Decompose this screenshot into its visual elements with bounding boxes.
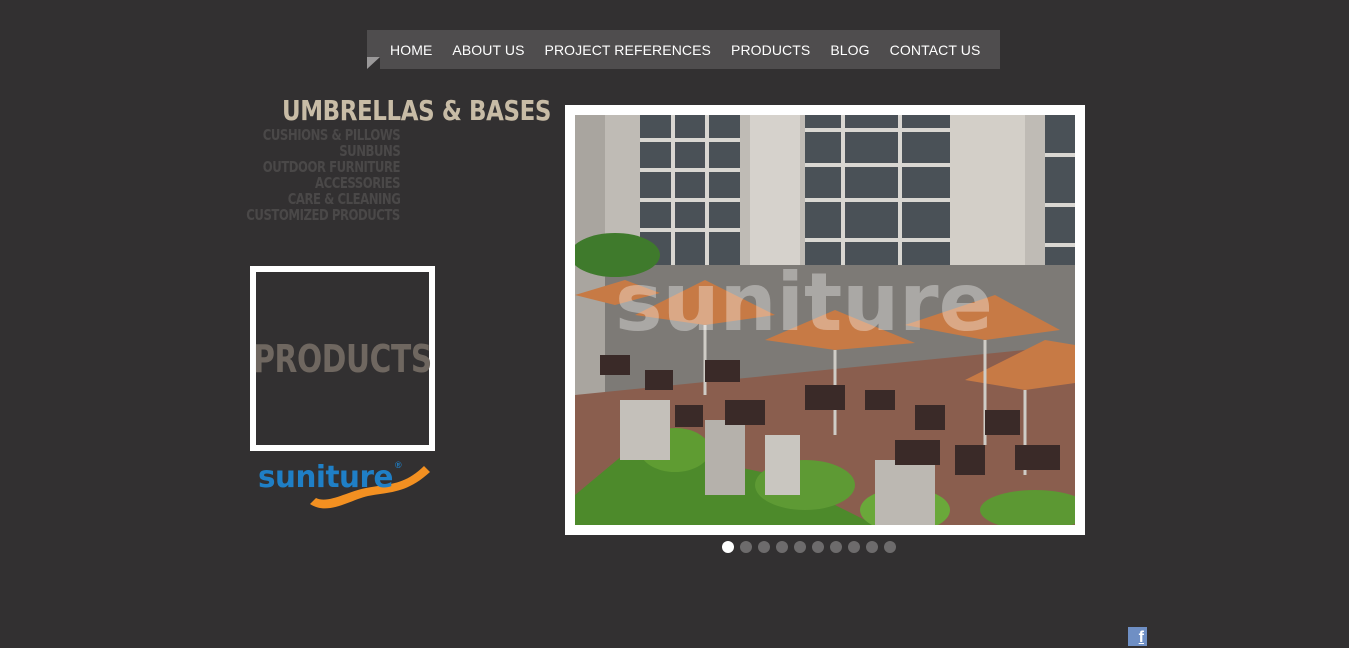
nav-home[interactable]: HOME: [390, 42, 432, 58]
logo-wordmark: suniture: [258, 460, 393, 495]
category-care-cleaning[interactable]: CARE & CLEANING: [287, 191, 400, 207]
page: HOME ABOUT US PROJECT REFERENCES PRODUCT…: [0, 0, 1349, 648]
image-slider[interactable]: suniture: [565, 105, 1085, 535]
nav-contact-us[interactable]: CONTACT US: [890, 42, 981, 58]
nav-about-us[interactable]: ABOUT US: [452, 42, 524, 58]
slider-dot-7[interactable]: [830, 541, 842, 553]
category-customized-products[interactable]: CUSTOMIZED PRODUCTS: [246, 207, 400, 223]
section-title: PRODUCTS: [253, 336, 432, 381]
watermark-text: suniture: [615, 256, 993, 349]
category-outdoor-furniture[interactable]: OUTDOOR FURNITURE: [263, 159, 401, 175]
nav-corner-fold: [367, 57, 380, 69]
category-cushions-pillows[interactable]: CUSHIONS & PILLOWS: [263, 127, 401, 143]
nav-products[interactable]: PRODUCTS: [731, 42, 810, 58]
terrace-photo: suniture: [575, 115, 1075, 525]
category-accessories[interactable]: ACCESSORIES: [315, 175, 401, 191]
category-list: CUSHIONS & PILLOWS SUNBUNS OUTDOOR FURNI…: [203, 127, 400, 223]
suniture-logo[interactable]: suniture ®: [258, 460, 434, 515]
slider-dot-6[interactable]: [812, 541, 824, 553]
category-sunbuns[interactable]: SUNBUNS: [339, 143, 401, 159]
slider-pagination: [722, 541, 896, 553]
slider-dot-5[interactable]: [794, 541, 806, 553]
slider-dot-3[interactable]: [758, 541, 770, 553]
slide-image: suniture: [575, 115, 1075, 525]
category-umbrellas-bases[interactable]: UMBRELLAS & BASES: [282, 94, 551, 127]
main-nav: HOME ABOUT US PROJECT REFERENCES PRODUCT…: [367, 30, 1000, 69]
logo-registered-mark: ®: [395, 460, 402, 470]
section-title-box: PRODUCTS: [250, 266, 435, 451]
slider-dot-2[interactable]: [740, 541, 752, 553]
slider-dot-9[interactable]: [866, 541, 878, 553]
slider-dot-1[interactable]: [722, 541, 734, 553]
nav-project-references[interactable]: PROJECT REFERENCES: [545, 42, 711, 58]
slider-dot-8[interactable]: [848, 541, 860, 553]
slider-dot-10[interactable]: [884, 541, 896, 553]
nav-blog[interactable]: BLOG: [830, 42, 869, 58]
slider-dot-4[interactable]: [776, 541, 788, 553]
facebook-icon[interactable]: f: [1128, 627, 1147, 646]
